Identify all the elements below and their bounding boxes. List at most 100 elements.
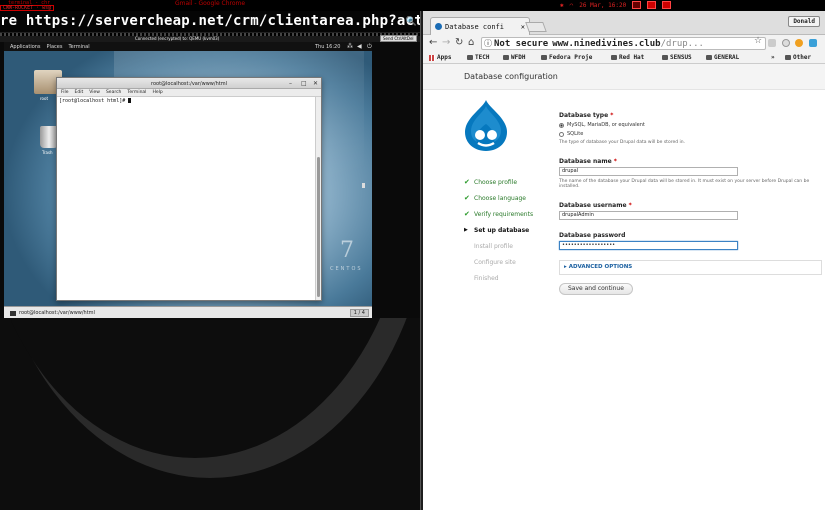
drupal-favicon-icon xyxy=(435,23,442,30)
info-icon[interactable]: ⓘ xyxy=(484,38,492,49)
new-tab-button[interactable] xyxy=(525,22,547,32)
battery-icon[interactable] xyxy=(632,1,642,9)
terminal-window[interactable]: root@localhost:/var/www/html – □ ✕ File … xyxy=(56,77,322,301)
terminal-titlebar[interactable]: root@localhost:/var/www/html – □ ✕ xyxy=(57,78,321,89)
minimize-button[interactable]: – xyxy=(289,80,292,87)
extension-icon[interactable] xyxy=(768,39,776,47)
gnome-top-bar: Applications Places Terminal Thu 16:20 ⁂… xyxy=(4,42,372,51)
radio-mysql[interactable]: MySQL, MariaDB, or equivalent xyxy=(559,122,824,128)
bookmark-label: GENERAL xyxy=(714,54,740,61)
maximize-button[interactable]: □ xyxy=(301,80,307,87)
reload-icon[interactable]: ↻ xyxy=(455,37,463,48)
bookmark-star-icon[interactable]: ☆ xyxy=(754,36,762,46)
notification-icon[interactable] xyxy=(647,1,657,9)
folder-icon xyxy=(467,55,473,60)
vnc-url-bar[interactable]: re https://servercheap.net/crm/clientare… xyxy=(0,11,422,33)
installer-steps: ✔ Choose profile ✔ Choose language ✔ Verify… xyxy=(464,174,564,286)
step-choose-language: ✔ Choose language xyxy=(464,190,564,206)
save-and-continue-button[interactable]: Save and continue xyxy=(559,282,633,295)
bookmark-folder[interactable]: GENERAL xyxy=(706,54,739,61)
label-text: Database username xyxy=(559,201,627,209)
bluetooth-icon[interactable]: ✱ xyxy=(560,2,564,9)
system-tray: ✱ ◠ 26 Mar, 16:20 xyxy=(560,0,672,10)
drupal-logo-icon xyxy=(465,100,507,151)
database-username-label: Database username * xyxy=(559,202,824,209)
extension-icon[interactable] xyxy=(809,39,817,47)
network-icon[interactable]: ⁂ xyxy=(347,43,353,50)
extension-icon[interactable] xyxy=(795,39,803,47)
clock[interactable]: 26 Mar, 16:20 xyxy=(579,2,626,9)
applications-menu[interactable]: Applications xyxy=(10,44,41,50)
bookmarks-bar: Apps TECH WFDH Fedora Proje Red Hat SENS… xyxy=(423,52,825,64)
power-icon[interactable] xyxy=(662,1,672,9)
workspace-pager[interactable]: 1 / 4 xyxy=(349,309,369,317)
profile-button[interactable]: Donald xyxy=(788,16,820,27)
database-name-input[interactable]: drupal xyxy=(559,166,738,176)
step-choose-profile: ✔ Choose profile xyxy=(464,174,564,190)
terminal-output[interactable]: [root@localhost html]# xyxy=(57,97,315,300)
terminal-menu-terminal[interactable]: Terminal xyxy=(127,90,146,95)
gnome-clock[interactable]: Thu 16:20 xyxy=(315,44,340,50)
folder-icon xyxy=(706,55,712,60)
back-icon[interactable]: ← xyxy=(429,37,437,48)
scrollbar-thumb[interactable] xyxy=(317,157,320,297)
radio-unselected-icon[interactable] xyxy=(559,131,564,137)
terminal-menu-file[interactable]: File xyxy=(61,90,69,95)
step-configure-site: Configure site xyxy=(464,254,564,270)
bookmark-folder[interactable]: Red Hat xyxy=(611,54,644,61)
terminal-scrollbar[interactable] xyxy=(315,97,321,300)
bookmark-folder[interactable]: SENSUS xyxy=(662,54,692,61)
page-header: Database configuration xyxy=(423,64,825,90)
current-step-arrow-icon: ▶ xyxy=(464,227,468,233)
chrome-window[interactable]: Database confi ✕ Donald ← → ↻ ⌂ ⓘ Not se… xyxy=(423,11,825,510)
wifi-icon[interactable]: ◠ xyxy=(570,2,574,9)
bookmark-folder[interactable]: WFDH xyxy=(503,54,525,61)
terminal-menu-search[interactable]: Search xyxy=(106,90,121,95)
vnc-connection-status: Connected (encrypted) to: QEMU (kvm03) xyxy=(135,36,220,41)
bookmark-folder[interactable]: Fedora Proje xyxy=(541,54,592,61)
label-text: Database type xyxy=(559,112,609,119)
folder-icon xyxy=(541,55,547,60)
close-tab-icon[interactable]: ✕ xyxy=(521,23,525,31)
desktop-background xyxy=(0,318,422,510)
close-button[interactable]: ✕ xyxy=(313,80,318,87)
database-type-label: Database type * xyxy=(559,112,824,119)
step-set-up-database: ▶ Set up database xyxy=(464,222,564,238)
radio-sqlite[interactable]: SQLite xyxy=(559,131,824,137)
folder-icon xyxy=(785,55,791,60)
required-marker: * xyxy=(613,157,617,165)
bookmark-folder[interactable]: TECH xyxy=(467,54,489,61)
bookmark-apps[interactable]: Apps xyxy=(429,54,451,61)
terminal-menu-view[interactable]: View xyxy=(89,90,100,95)
vnc-url-text[interactable]: re https://servercheap.net/crm/clientare… xyxy=(0,13,422,29)
power-icon[interactable]: ⏻ xyxy=(367,43,372,51)
forward-icon[interactable]: → xyxy=(442,37,450,48)
step-label: Finished xyxy=(474,274,499,282)
send-ctrl-alt-del-button[interactable]: Send CtrlAltDel xyxy=(380,35,417,42)
bookmark-other[interactable]: Other xyxy=(785,54,811,61)
database-password-input[interactable]: •••••••••••••••••• xyxy=(559,240,738,250)
extension-icon[interactable] xyxy=(782,39,790,47)
url-domain: www.ninedivines.club xyxy=(552,38,661,49)
search-icon[interactable]: 🔍 xyxy=(406,17,417,27)
database-name-label: Database name * xyxy=(559,158,824,165)
required-marker: * xyxy=(610,112,614,119)
check-icon: ✔ xyxy=(464,194,470,202)
tab-database-configuration[interactable]: Database confi ✕ xyxy=(430,17,530,35)
terminal-menu-help[interactable]: Help xyxy=(152,90,162,95)
home-icon[interactable]: ⌂ xyxy=(468,37,474,48)
volume-icon[interactable]: ◀ xyxy=(357,43,362,50)
bookmarks-overflow[interactable]: » xyxy=(771,54,775,61)
terminal-menu-edit[interactable]: Edit xyxy=(75,90,84,95)
advanced-options-toggle[interactable]: ▸ ADVANCED OPTIONS xyxy=(559,259,822,275)
address-bar[interactable]: ⓘ Not secure www.ninedivines.club /drup.… xyxy=(481,37,766,50)
places-menu[interactable]: Places xyxy=(47,44,63,50)
database-password-label: Database password xyxy=(559,231,626,239)
centos-logo-text: CENTOS xyxy=(330,266,363,272)
required-marker: * xyxy=(628,201,632,209)
database-username-input[interactable]: drupalAdmin xyxy=(559,210,738,220)
centos-desktop[interactable]: Applications Places Terminal Thu 16:20 ⁂… xyxy=(4,42,372,318)
radio-selected-icon[interactable] xyxy=(559,122,564,128)
taskbar-item-terminal[interactable]: root@localhost:/var/www/html xyxy=(7,309,98,317)
terminal-menu[interactable]: Terminal xyxy=(68,44,89,50)
